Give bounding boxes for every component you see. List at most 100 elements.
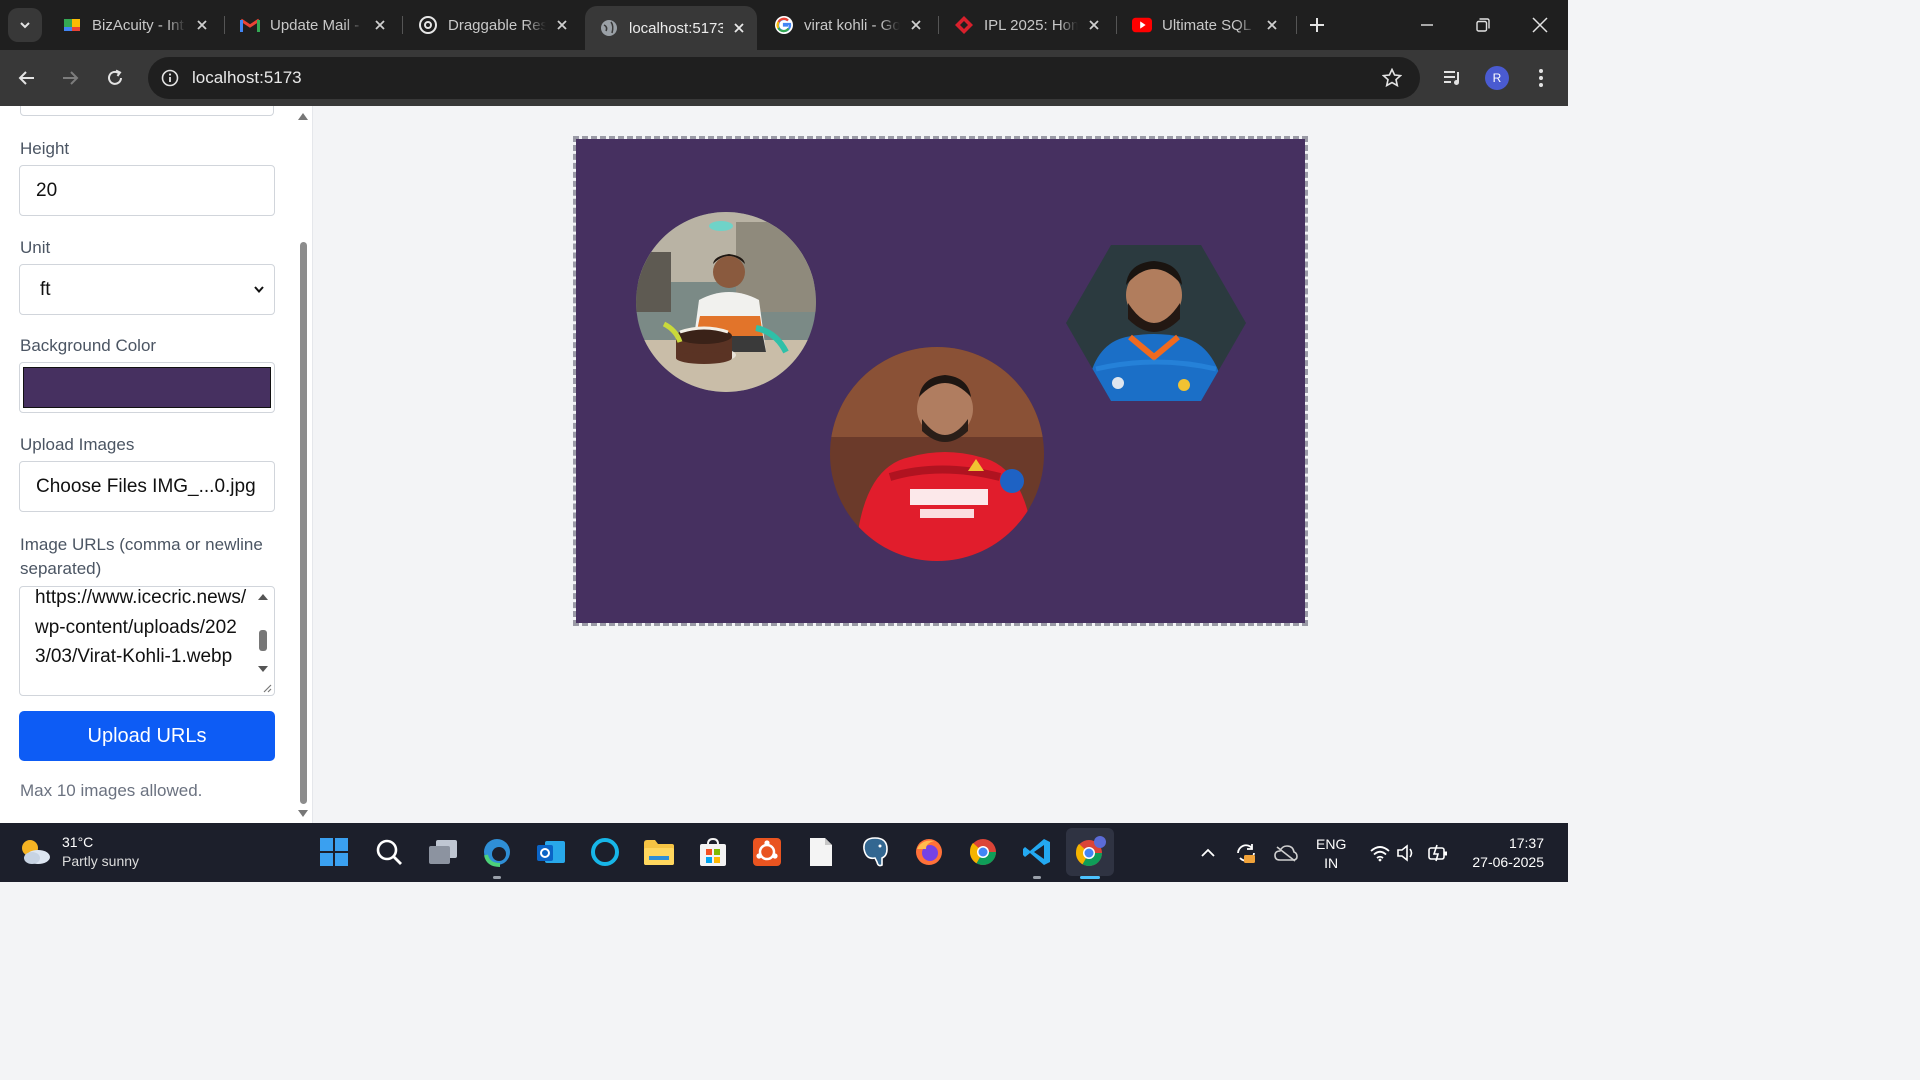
back-button[interactable] xyxy=(11,62,43,94)
reload-button[interactable] xyxy=(99,62,131,94)
taskbar-postgresql[interactable] xyxy=(856,833,894,871)
bizacuity-icon xyxy=(62,15,82,35)
address-bar[interactable]: localhost:5173 xyxy=(148,57,1420,99)
file-icon xyxy=(810,838,832,866)
taskbar-edge-dev[interactable] xyxy=(478,833,516,871)
youtube-icon xyxy=(1132,15,1152,35)
taskbar-microsoft-store[interactable] xyxy=(694,833,732,871)
close-icon[interactable] xyxy=(192,15,212,35)
color-swatch xyxy=(23,367,271,408)
taskbar-outlook[interactable] xyxy=(532,833,570,871)
close-icon[interactable] xyxy=(1262,15,1282,35)
close-icon[interactable] xyxy=(1084,15,1104,35)
clock-time: 17:37 xyxy=(1508,835,1544,851)
weather-condition: Partly sunny xyxy=(62,853,140,869)
minimize-icon xyxy=(1421,24,1433,26)
media-controls-button[interactable] xyxy=(1439,64,1467,92)
show-hidden-icons-button[interactable] xyxy=(1196,841,1220,865)
wall-canvas[interactable] xyxy=(573,136,1308,626)
tab-localhost[interactable]: localhost:5173 xyxy=(585,6,757,50)
height-input[interactable]: 20 xyxy=(19,165,275,216)
running-indicator xyxy=(493,876,501,879)
wifi-tray-icon[interactable] xyxy=(1368,841,1392,865)
taskbar-ubuntu[interactable] xyxy=(748,833,786,871)
language-indicator[interactable]: ENG IN xyxy=(1316,835,1346,873)
uploaded-photo-kohli-rcb[interactable] xyxy=(830,347,1044,561)
tab-gmail[interactable]: Update Mail - xyxy=(226,6,398,44)
new-tab-button[interactable] xyxy=(1304,12,1330,38)
windows-taskbar: 31°C Partly sunny ENG IN 17:37 27-06-202… xyxy=(0,823,1568,882)
upload-urls-button[interactable]: Upload URLs xyxy=(19,711,275,761)
taskbar-search-button[interactable] xyxy=(370,833,408,871)
tab-separator xyxy=(938,16,939,34)
task-view-button[interactable] xyxy=(424,833,462,871)
tab-title: Ultimate SQL xyxy=(1162,16,1252,34)
sidebar-scrollbar-thumb[interactable] xyxy=(300,242,307,804)
file-input[interactable]: Choose Files IMG_...0.jpg xyxy=(19,461,275,512)
forward-button[interactable] xyxy=(54,62,86,94)
tab-google[interactable]: virat kohli - Go xyxy=(760,6,934,44)
site-info-icon[interactable] xyxy=(158,66,182,90)
tab-search-button[interactable] xyxy=(8,8,42,42)
chevron-down-icon xyxy=(254,286,264,294)
settings-sidebar: Height 20 Unit ft Background Color Uploa… xyxy=(0,106,313,823)
image-urls-textarea[interactable]: https://www.icecric.news/wp-content/uplo… xyxy=(19,586,275,696)
taskbar-firefox[interactable] xyxy=(910,833,948,871)
height-label: Height xyxy=(20,139,70,158)
sync-tray-icon[interactable] xyxy=(1234,841,1258,865)
background-color-input[interactable] xyxy=(19,362,275,413)
openai-icon xyxy=(418,15,438,35)
weather-widget[interactable]: 31°C Partly sunny xyxy=(18,833,139,871)
system-clock[interactable]: 17:37 27-06-2025 xyxy=(1462,834,1544,872)
close-icon[interactable] xyxy=(906,15,926,35)
tab-title: Draggable Res xyxy=(448,16,546,34)
chevron-down-icon xyxy=(20,22,30,29)
tab-youtube[interactable]: Ultimate SQL xyxy=(1118,6,1290,44)
uploaded-photo-birthday[interactable] xyxy=(636,212,816,392)
browser-menu-button[interactable] xyxy=(1527,64,1555,92)
chevron-up-icon xyxy=(1201,848,1215,857)
resize-handle-icon[interactable] xyxy=(260,681,272,693)
tab-draggable[interactable]: Draggable Res xyxy=(404,6,580,44)
chrome-profile-icon xyxy=(1075,836,1106,867)
plus-icon xyxy=(1310,18,1324,32)
tab-ipl[interactable]: IPL 2025: Hom xyxy=(940,6,1112,44)
wifi-icon xyxy=(1370,846,1390,862)
taskbar-file-explorer[interactable] xyxy=(640,833,678,871)
globe-icon xyxy=(599,18,619,38)
unit-select[interactable]: ft xyxy=(19,264,275,315)
profile-avatar[interactable]: R xyxy=(1485,66,1509,90)
restore-button[interactable] xyxy=(1468,10,1498,40)
onedrive-tray-icon[interactable] xyxy=(1274,841,1298,865)
taskbar-chrome-profile[interactable] xyxy=(1071,833,1109,871)
battery-tray-icon[interactable] xyxy=(1426,841,1450,865)
unit-select-value: ft xyxy=(40,278,51,300)
photo-kohli-rcb-image xyxy=(830,347,1044,561)
minimize-button[interactable] xyxy=(1412,10,1442,40)
active-indicator xyxy=(1080,876,1100,879)
start-button[interactable] xyxy=(315,833,353,871)
clock-date: 27-06-2025 xyxy=(1472,854,1544,870)
url-text[interactable]: localhost:5173 xyxy=(192,68,302,88)
close-icon[interactable] xyxy=(729,18,749,38)
tab-bizacuity[interactable]: BizAcuity - Int xyxy=(48,6,220,44)
textarea-scrollbar[interactable] xyxy=(256,591,270,675)
sync-icon xyxy=(1237,844,1255,863)
image-urls-label: Image URLs (comma or newline separated) xyxy=(20,535,263,578)
close-icon[interactable] xyxy=(370,15,390,35)
ubuntu-icon xyxy=(753,838,781,866)
volume-tray-icon[interactable] xyxy=(1395,841,1419,865)
width-input[interactable] xyxy=(20,106,274,116)
taskbar-vscode[interactable] xyxy=(1018,833,1056,871)
kebab-menu-icon xyxy=(1539,69,1543,87)
taskbar-chrome[interactable] xyxy=(964,833,1002,871)
postgresql-icon xyxy=(863,837,888,867)
running-indicator xyxy=(1033,876,1041,879)
firefox-icon xyxy=(916,839,942,865)
bookmark-star-icon[interactable] xyxy=(1380,66,1404,90)
close-icon[interactable] xyxy=(552,15,572,35)
taskbar-notepad[interactable] xyxy=(802,833,840,871)
taskbar-cortana[interactable] xyxy=(586,833,624,871)
arrow-right-icon xyxy=(63,71,79,85)
close-window-button[interactable] xyxy=(1525,10,1555,40)
